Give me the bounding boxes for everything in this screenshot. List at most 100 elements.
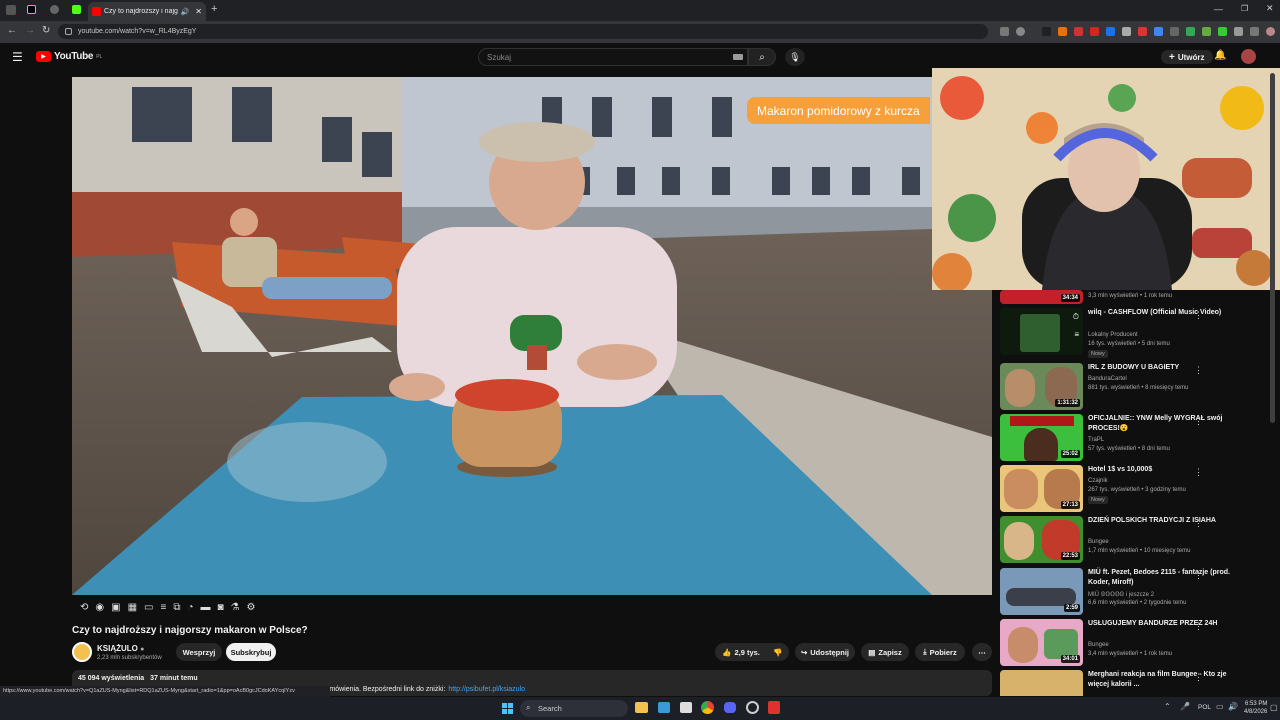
- maximize-icon[interactable]: ❐: [1241, 4, 1248, 13]
- cast-icon[interactable]: [1000, 27, 1009, 36]
- recommendation-item[interactable]: 2:59 MIÜ ft. Pezet, Bedoes 2115 - fantaz…: [1000, 568, 1255, 618]
- recommendation-item[interactable]: 22:53 DZIEŃ POLSKICH TRADYCJI Z ISIAHA B…: [1000, 516, 1255, 566]
- network-icon[interactable]: ▭: [1216, 702, 1224, 711]
- add-to-queue-icon[interactable]: ≡: [1074, 330, 1079, 339]
- video-thumbnail[interactable]: [1000, 670, 1083, 696]
- channel-name[interactable]: TraPL: [1088, 437, 1104, 443]
- video-player[interactable]: Makaron pomidorowy z kurcza: [72, 77, 992, 595]
- speed-icon[interactable]: ◔: [187, 602, 193, 613]
- channel-name[interactable]: Bungee: [1088, 642, 1109, 648]
- recommendation-item[interactable]: 27:13 Hotel 1$ vs 10,000$ Czajnik 267 ty…: [1000, 465, 1255, 515]
- forward-icon[interactable]: →: [25, 25, 35, 36]
- extension-icon-11[interactable]: [1218, 27, 1227, 36]
- channel-name[interactable]: BanduraCartel: [1088, 376, 1127, 382]
- video-thumbnail[interactable]: 25:02: [1000, 414, 1083, 461]
- recommendation-item[interactable]: 1:31:32 IRL Z BUDOWY U BAGIETY BanduraCa…: [1000, 363, 1255, 413]
- bookmark-star-icon[interactable]: [1016, 27, 1025, 36]
- discord-icon[interactable]: [724, 702, 736, 713]
- profile-avatar-icon[interactable]: [1266, 27, 1275, 36]
- extension-icon-8[interactable]: [1170, 27, 1179, 36]
- more-options-icon[interactable]: ⋮: [1194, 672, 1203, 683]
- video-title[interactable]: IRL Z BUDOWY U BAGIETY: [1088, 363, 1248, 373]
- channel-name[interactable]: Czajnik: [1088, 478, 1108, 484]
- audio-icon[interactable]: ◉: [95, 602, 104, 613]
- voice-search-button[interactable]: 🎙: [785, 48, 805, 66]
- minimize-icon[interactable]: —: [1214, 4, 1223, 14]
- tab-active-youtube[interactable]: Czy to najdroższy i najgorsz 🔊 ✕: [88, 2, 206, 21]
- video-title[interactable]: Merghani reakcja na film Bungee - Kto zj…: [1088, 670, 1248, 690]
- support-button[interactable]: Wesprzyj: [176, 643, 222, 661]
- picture-in-picture-icon[interactable]: ⧉: [173, 602, 180, 613]
- tiktok-tab-icon[interactable]: [27, 5, 36, 14]
- recommendation-item[interactable]: 25:02 OFICJALNIE:: YNW Melly WYGRAŁ swój…: [1000, 414, 1255, 464]
- theater-icon[interactable]: ▬: [201, 602, 211, 613]
- video-thumbnail[interactable]: 27:13: [1000, 465, 1083, 512]
- search-input[interactable]: Szukaj: [478, 48, 748, 66]
- file-explorer-icon[interactable]: [635, 702, 648, 713]
- video-title[interactable]: wilq - CASHFLOW (Official Music Video): [1088, 308, 1248, 318]
- extension-icon-10[interactable]: [1202, 27, 1211, 36]
- speaker-icon[interactable]: 🔊: [181, 8, 190, 16]
- camera-icon[interactable]: ◙: [218, 602, 224, 613]
- site-info-icon[interactable]: [65, 28, 72, 35]
- account-avatar[interactable]: [1241, 49, 1256, 64]
- volume-icon[interactable]: 🔊: [1228, 702, 1238, 711]
- windows-start-icon[interactable]: [502, 703, 513, 714]
- sidebar-scrollbar[interactable]: [1270, 73, 1275, 423]
- tab-search-icon[interactable]: [6, 5, 16, 15]
- calendar-icon[interactable]: ▦: [128, 602, 137, 613]
- extension-icon-2[interactable]: [1058, 27, 1067, 36]
- extension-icon-5[interactable]: [1106, 27, 1115, 36]
- video-thumbnail[interactable]: 22:53: [1000, 516, 1083, 563]
- microphone-tray-icon[interactable]: 🎤: [1180, 702, 1190, 711]
- more-options-icon[interactable]: ⋮: [1194, 365, 1203, 376]
- video-title[interactable]: OFICJALNIE:: YNW Melly WYGRAŁ swój PROCE…: [1088, 414, 1248, 434]
- language-indicator[interactable]: POL: [1198, 704, 1211, 711]
- app-icon[interactable]: [768, 701, 780, 714]
- recommendation-item[interactable]: 34:34 3,3 mln wyświetleń • 1 rok temu: [1000, 290, 1255, 304]
- channel-name[interactable]: Lokalny Producent: [1088, 332, 1138, 338]
- channel-avatar[interactable]: [72, 642, 92, 662]
- clock[interactable]: 6:53 PM 4/8/2026: [1244, 700, 1267, 716]
- download-button[interactable]: ⤓ Pobierz: [915, 643, 965, 661]
- puzzle-icon[interactable]: [1234, 27, 1243, 36]
- more-actions-button[interactable]: ⋯: [972, 643, 992, 661]
- video-thumbnail[interactable]: 34:01: [1000, 619, 1083, 666]
- like-button[interactable]: 👍 2,9 tys.: [715, 643, 767, 661]
- photos-icon[interactable]: [658, 702, 670, 713]
- watch-later-icon[interactable]: ⏱: [1073, 312, 1079, 322]
- video-thumbnail[interactable]: 34:34: [1000, 290, 1083, 304]
- extension-icon-1[interactable]: [1042, 27, 1051, 36]
- channel-name[interactable]: MIÜ 𝕆𝕆𝕆𝕆𝕆 i jeszcze 2: [1088, 591, 1154, 598]
- chrome-icon[interactable]: [701, 701, 714, 714]
- settings-gear-icon[interactable]: ⚙: [247, 602, 256, 613]
- video-title[interactable]: MIÜ ft. Pezet, Bedoes 2115 - fantazje (p…: [1088, 568, 1248, 588]
- recommendation-item[interactable]: ⏱ ≡ wilq - CASHFLOW (Official Music Vide…: [1000, 308, 1255, 358]
- channel-name[interactable]: KSIĄŻULO ●: [97, 644, 144, 653]
- tray-chevron-icon[interactable]: ⌃: [1164, 702, 1171, 711]
- sidebar-icon[interactable]: [1250, 27, 1259, 36]
- shield-icon[interactable]: [1122, 27, 1131, 36]
- reload-icon[interactable]: ↻: [42, 25, 50, 36]
- save-button[interactable]: ▤ Zapisz: [861, 643, 909, 661]
- more-options-icon[interactable]: ⋮: [1194, 416, 1203, 427]
- video-thumbnail[interactable]: ⏱ ≡: [1000, 308, 1083, 355]
- subtitles-icon[interactable]: ▣: [111, 602, 120, 613]
- extension-icon-9[interactable]: [1186, 27, 1195, 36]
- more-options-icon[interactable]: ⋮: [1194, 310, 1203, 321]
- pinned-tab-icon[interactable]: [50, 5, 59, 14]
- more-options-icon[interactable]: ⋮: [1194, 570, 1203, 581]
- back-icon[interactable]: ←: [7, 25, 17, 36]
- youtube-logo[interactable]: ▶ YouTube PL: [36, 51, 102, 62]
- more-options-icon[interactable]: ⋮: [1194, 518, 1203, 529]
- playlist-icon[interactable]: ≡: [160, 602, 166, 613]
- more-options-icon[interactable]: ⋮: [1194, 467, 1203, 478]
- extension-icon-3[interactable]: [1074, 27, 1083, 36]
- tab-close-icon[interactable]: ✕: [195, 7, 202, 16]
- recommendation-item[interactable]: Merghani reakcja na film Bungee - Kto zj…: [1000, 670, 1255, 696]
- extension-icon-4[interactable]: [1090, 27, 1099, 36]
- flask-icon[interactable]: ⚗: [231, 602, 240, 613]
- video-thumbnail[interactable]: 1:31:32: [1000, 363, 1083, 410]
- notifications-icon[interactable]: ▢: [1270, 703, 1278, 712]
- create-button[interactable]: + Utwórz: [1161, 50, 1213, 64]
